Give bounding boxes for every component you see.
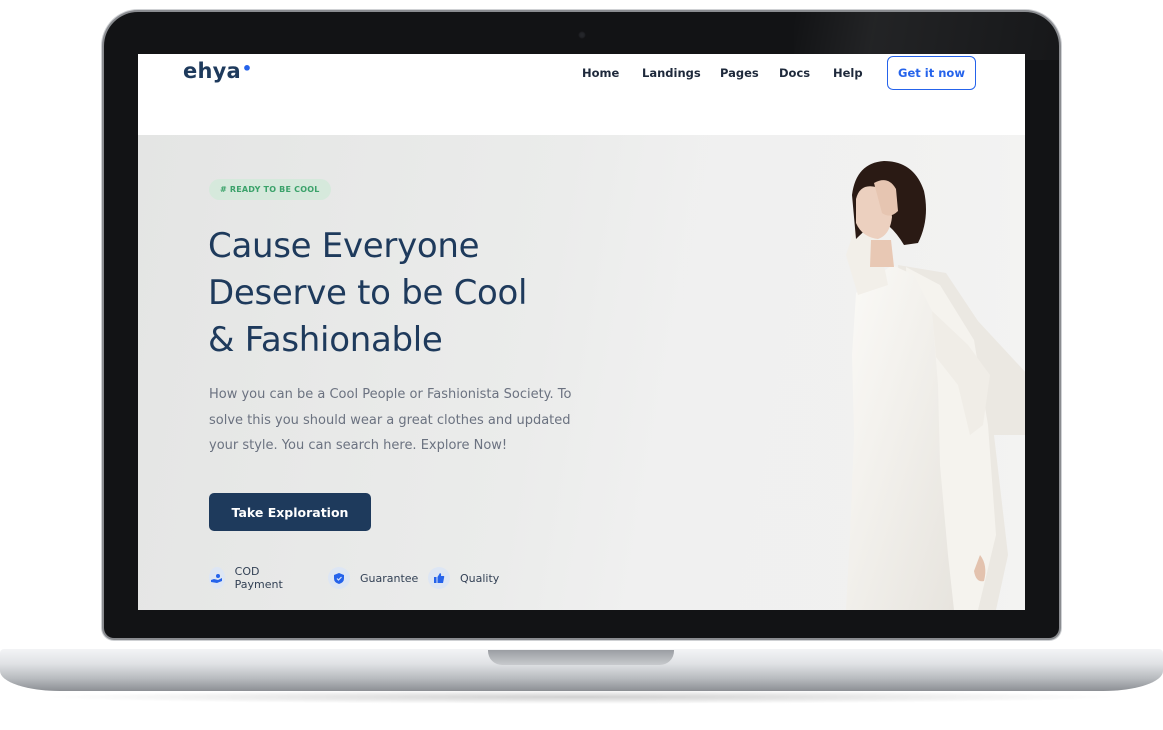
hero-section: # READY TO BE COOL Cause Everyone Deserv… xyxy=(138,135,1025,610)
headline-line: Deserve to be Cool xyxy=(208,273,528,313)
description-line: your style. You can search here. Explore… xyxy=(209,438,508,453)
hero-headline: Cause Everyone Deserve to be Cool & Fash… xyxy=(208,223,628,364)
status-badge: # READY TO BE COOL xyxy=(209,179,331,200)
brand-logo[interactable]: ehya• xyxy=(183,59,253,83)
hero-photo xyxy=(678,135,1025,610)
nav-docs[interactable]: Docs xyxy=(779,66,810,80)
headline-line: Cause Everyone xyxy=(208,226,480,266)
feature-label: Quality xyxy=(460,571,500,585)
laptop-screen: ehya• Home Landings Pages Docs Help Get … xyxy=(138,54,1025,610)
feature-guarantee: Guarantee xyxy=(328,567,418,589)
headline-line: & Fashionable xyxy=(208,320,443,360)
description-line: solve this you should wear a great cloth… xyxy=(209,412,571,428)
take-exploration-button[interactable]: Take Exploration xyxy=(209,493,371,531)
feature-cod-payment: COD Payment xyxy=(209,565,289,591)
get-it-now-button[interactable]: Get it now xyxy=(887,56,976,90)
nav-landings[interactable]: Landings xyxy=(642,66,701,80)
description-line: How you can be a Cool People or Fashioni… xyxy=(209,387,572,402)
webcam xyxy=(578,31,586,39)
nav-help[interactable]: Help xyxy=(833,66,863,80)
shield-icon xyxy=(328,567,350,589)
feature-label: COD Payment xyxy=(234,565,283,591)
nav-home[interactable]: Home xyxy=(582,66,619,80)
nav-pages[interactable]: Pages xyxy=(720,66,759,80)
feature-quality: Quality xyxy=(428,567,499,589)
logo-dot: • xyxy=(241,59,253,78)
logo-text: ehya xyxy=(183,59,241,83)
lid-glare xyxy=(794,12,1059,60)
hand-coin-icon xyxy=(209,567,225,589)
feature-label: Guarantee xyxy=(360,571,419,585)
navbar: ehya• Home Landings Pages Docs Help Get … xyxy=(138,54,1025,135)
thumbs-up-icon xyxy=(428,567,450,589)
laptop-notch xyxy=(488,650,674,665)
hero-description: How you can be a Cool People or Fashioni… xyxy=(209,382,589,459)
laptop-shadow xyxy=(40,690,1123,704)
